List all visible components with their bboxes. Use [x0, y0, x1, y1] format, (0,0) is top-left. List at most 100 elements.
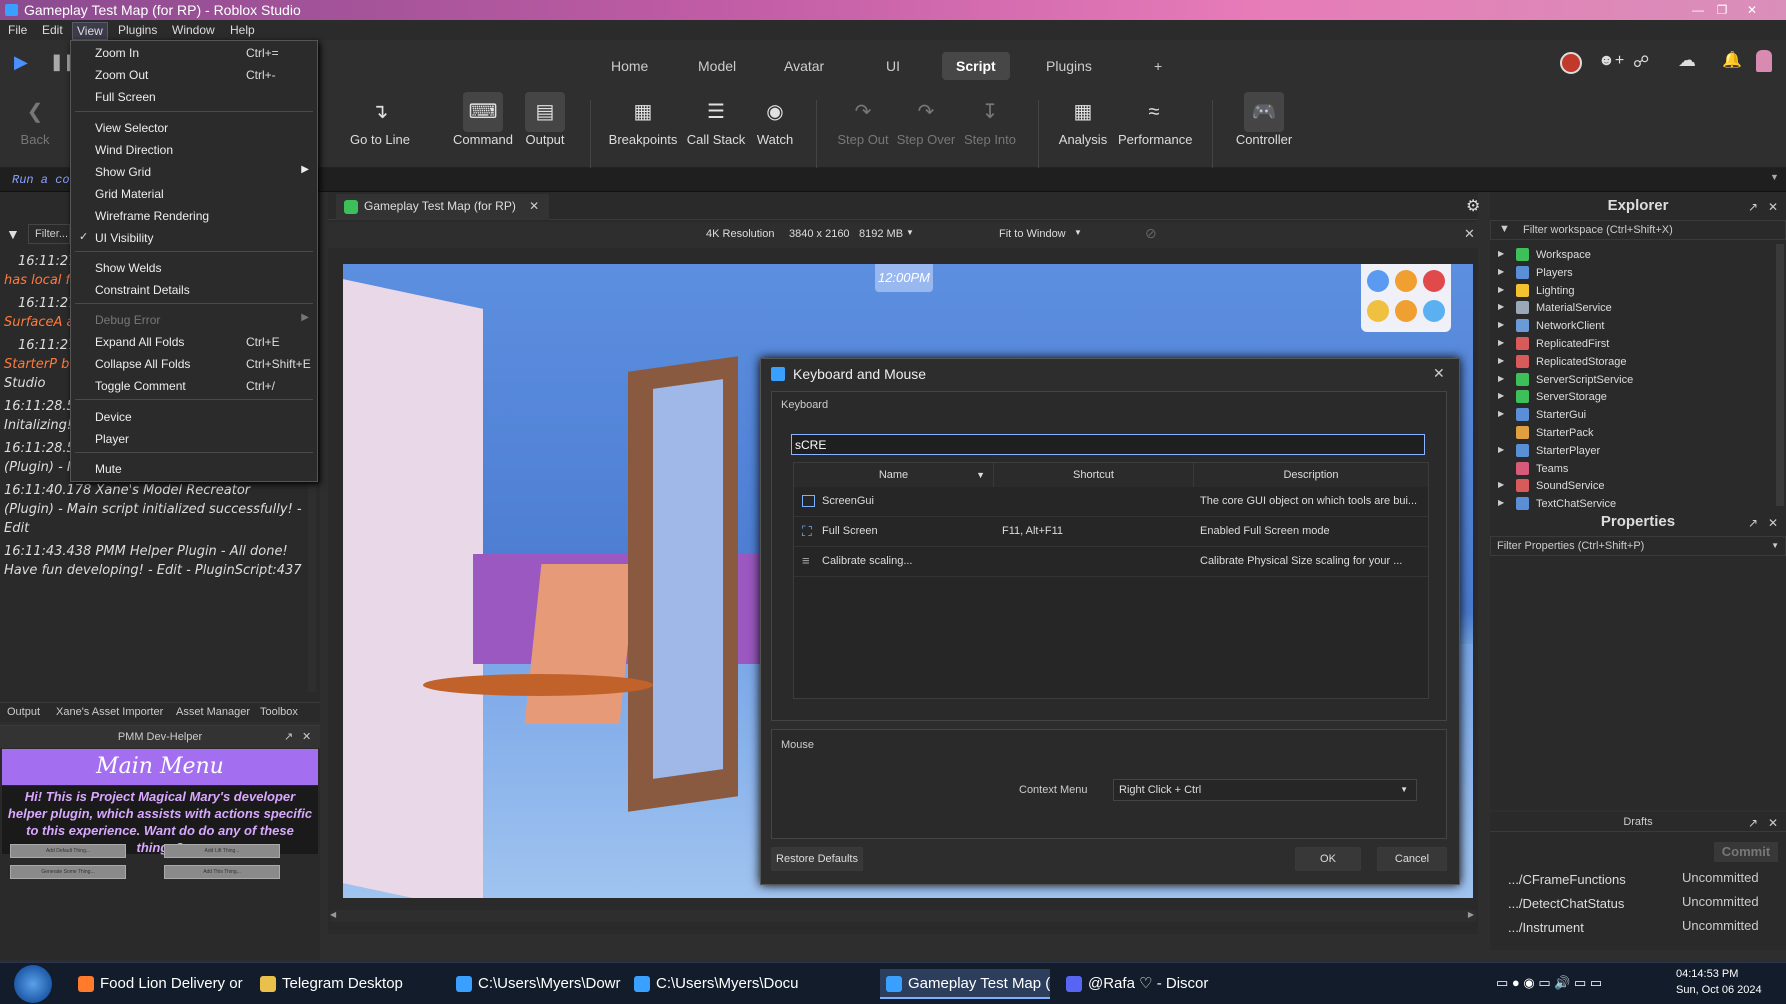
- taskbar-app[interactable]: Telegram Desktop: [254, 969, 414, 999]
- add-user-icon[interactable]: ☻+: [1598, 52, 1624, 70]
- menu-file[interactable]: File: [4, 22, 31, 38]
- table-row[interactable]: ScreenGui The core GUI object on which t…: [794, 487, 1428, 517]
- expand-arrow-icon[interactable]: ▶: [1498, 320, 1504, 329]
- menu-item-collapse-all-folds[interactable]: Collapse All Folds Ctrl+Shift+E: [71, 353, 317, 375]
- tab-add[interactable]: +: [1140, 52, 1176, 80]
- menu-view[interactable]: View: [72, 22, 108, 40]
- expand-arrow-icon[interactable]: ▶: [1498, 302, 1504, 311]
- pmm-action-button[interactable]: Add Default Thing...: [10, 844, 126, 858]
- expand-arrow-icon[interactable]: ▶: [1498, 480, 1504, 489]
- cloud-icon[interactable]: ☁: [1678, 50, 1696, 71]
- column-header-shortcut[interactable]: Shortcut: [994, 463, 1194, 487]
- menu-item-expand-all-folds[interactable]: Expand All Folds Ctrl+E: [71, 331, 317, 353]
- expand-arrow-icon[interactable]: ▶: [1498, 356, 1504, 365]
- popout-icon[interactable]: ↗: [1748, 816, 1758, 830]
- popout-icon[interactable]: ↗: [1748, 516, 1758, 530]
- step-out-button[interactable]: ↷ Step Out: [828, 100, 898, 147]
- pmm-action-button[interactable]: Add This Thing...: [164, 865, 280, 879]
- menu-item-wireframe-rendering[interactable]: Wireframe Rendering: [71, 205, 317, 227]
- viewport-h-scrollbar[interactable]: ◀ ▶: [330, 910, 1476, 922]
- close-window-button[interactable]: ✕: [1740, 0, 1764, 20]
- clock-time[interactable]: 04:14:53 PM: [1676, 968, 1738, 980]
- restore-button[interactable]: ❐: [1710, 0, 1734, 20]
- context-menu-select[interactable]: Right Click + Ctrl ▼: [1113, 779, 1417, 801]
- menu-item-view-selector[interactable]: View Selector: [71, 117, 317, 139]
- tab-output[interactable]: Output: [7, 706, 40, 718]
- play-icon[interactable]: ▶: [14, 52, 28, 73]
- performance-button[interactable]: ≈ Performance: [1118, 100, 1192, 147]
- expand-arrow-icon[interactable]: ▶: [1498, 267, 1504, 276]
- tab-home[interactable]: Home: [597, 52, 662, 80]
- menu-item-zoom-in[interactable]: Zoom In Ctrl+=: [71, 42, 317, 64]
- command-button[interactable]: ⌨ Command: [448, 92, 518, 147]
- share-icon[interactable]: ☍: [1633, 52, 1649, 72]
- pmm-action-button[interactable]: Add Lift Thing...: [164, 844, 280, 858]
- explorer-item[interactable]: ▶ ServerScriptService: [1490, 371, 1770, 389]
- close-icon[interactable]: ✕: [1464, 226, 1475, 242]
- close-icon[interactable]: ✕: [302, 730, 311, 743]
- menu-item-show-grid[interactable]: Show Grid ▶: [71, 161, 317, 183]
- taskbar-app[interactable]: C:\Users\Myers\Docu: [628, 969, 799, 999]
- avatar[interactable]: [1560, 52, 1582, 74]
- analysis-button[interactable]: ▦ Analysis: [1048, 100, 1118, 147]
- tab-asset-manager[interactable]: Asset Manager: [176, 706, 250, 718]
- table-row[interactable]: ⛶ Full Screen F11, Alt+F11 Enabled Full …: [794, 517, 1428, 547]
- taskbar-app[interactable]: Food Lion Delivery or: [72, 969, 243, 999]
- chevron-down-icon[interactable]: ▼: [1770, 172, 1779, 182]
- explorer-filter-input[interactable]: ▼ Filter workspace (Ctrl+Shift+X): [1490, 220, 1786, 240]
- output-button[interactable]: ▤ Output: [510, 92, 580, 147]
- close-icon[interactable]: ✕: [1768, 200, 1778, 214]
- menu-window[interactable]: Window: [168, 22, 219, 38]
- clock-date[interactable]: Sun, Oct 06 2024: [1676, 984, 1762, 996]
- tab-ui[interactable]: UI: [872, 52, 914, 80]
- draft-item-name[interactable]: .../DetectChatStatus: [1508, 896, 1624, 911]
- gear-icon[interactable]: ⚙: [1466, 196, 1480, 216]
- menu-item-show-welds[interactable]: Show Welds: [71, 257, 317, 279]
- menu-item-zoom-out[interactable]: Zoom Out Ctrl+-: [71, 64, 317, 86]
- explorer-item[interactable]: ▶ SoundService: [1490, 477, 1770, 495]
- popout-icon[interactable]: ↗: [284, 730, 293, 743]
- table-row[interactable]: ≡ Calibrate scaling... Calibrate Physica…: [794, 547, 1428, 577]
- tab-model[interactable]: Model: [684, 52, 750, 80]
- close-tab-icon[interactable]: ✕: [529, 199, 539, 213]
- command-input[interactable]: Run a co: [12, 173, 70, 187]
- minimize-button[interactable]: —: [1686, 0, 1710, 20]
- explorer-item[interactable]: ▶ MaterialService: [1490, 299, 1770, 317]
- taskbar-app[interactable]: Gameplay Test Map (: [880, 969, 1050, 999]
- expand-arrow-icon[interactable]: ▶: [1498, 445, 1504, 454]
- close-icon[interactable]: ✕: [1768, 516, 1778, 530]
- expand-arrow-icon[interactable]: ▶: [1498, 391, 1504, 400]
- explorer-item[interactable]: ▶ StarterGui: [1490, 406, 1770, 424]
- scroll-left-icon[interactable]: ◀: [330, 910, 336, 919]
- explorer-item[interactable]: StarterPack: [1490, 424, 1770, 442]
- resolution-label[interactable]: 4K Resolution: [706, 228, 775, 240]
- ok-button[interactable]: OK: [1295, 847, 1361, 871]
- explorer-item[interactable]: ▶ Workspace: [1490, 246, 1770, 264]
- explorer-item[interactable]: ▶ ServerStorage: [1490, 388, 1770, 406]
- explorer-item[interactable]: ▶ NetworkClient: [1490, 317, 1770, 335]
- column-header-name[interactable]: Name ▼: [794, 463, 994, 487]
- filter-icon[interactable]: ▼: [6, 226, 20, 242]
- commit-button[interactable]: Commit: [1714, 842, 1778, 862]
- expand-arrow-icon[interactable]: ▶: [1498, 498, 1504, 507]
- column-header-description[interactable]: Description: [1194, 463, 1428, 487]
- profile-avatar[interactable]: [1756, 50, 1772, 72]
- close-dialog-icon[interactable]: ✕: [1433, 365, 1445, 382]
- menu-item-player[interactable]: Player: [71, 428, 317, 450]
- pmm-action-button[interactable]: Generate Some Thing...: [10, 865, 126, 879]
- taskbar-app[interactable]: C:\Users\Myers\Dowr: [450, 969, 621, 999]
- memory-select[interactable]: 8192 MB: [859, 228, 903, 240]
- popout-icon[interactable]: ↗: [1748, 200, 1758, 214]
- expand-arrow-icon[interactable]: ▶: [1498, 374, 1504, 383]
- fit-select[interactable]: Fit to Window: [999, 228, 1066, 240]
- back-button[interactable]: ❮ Back: [0, 100, 70, 147]
- menu-plugins[interactable]: Plugins: [114, 22, 161, 38]
- chevron-down-icon[interactable]: ▼: [906, 228, 914, 237]
- taskbar-app[interactable]: @Rafa ♡ - Discor: [1060, 969, 1230, 999]
- restore-defaults-button[interactable]: Restore Defaults: [771, 847, 863, 871]
- tab-script[interactable]: Script: [942, 52, 1010, 80]
- menu-item-mute[interactable]: Mute: [71, 458, 317, 480]
- explorer-item[interactable]: ▶ Lighting: [1490, 282, 1770, 300]
- explorer-item[interactable]: ▶ ReplicatedFirst: [1490, 335, 1770, 353]
- game-hud-menu[interactable]: [1361, 264, 1451, 332]
